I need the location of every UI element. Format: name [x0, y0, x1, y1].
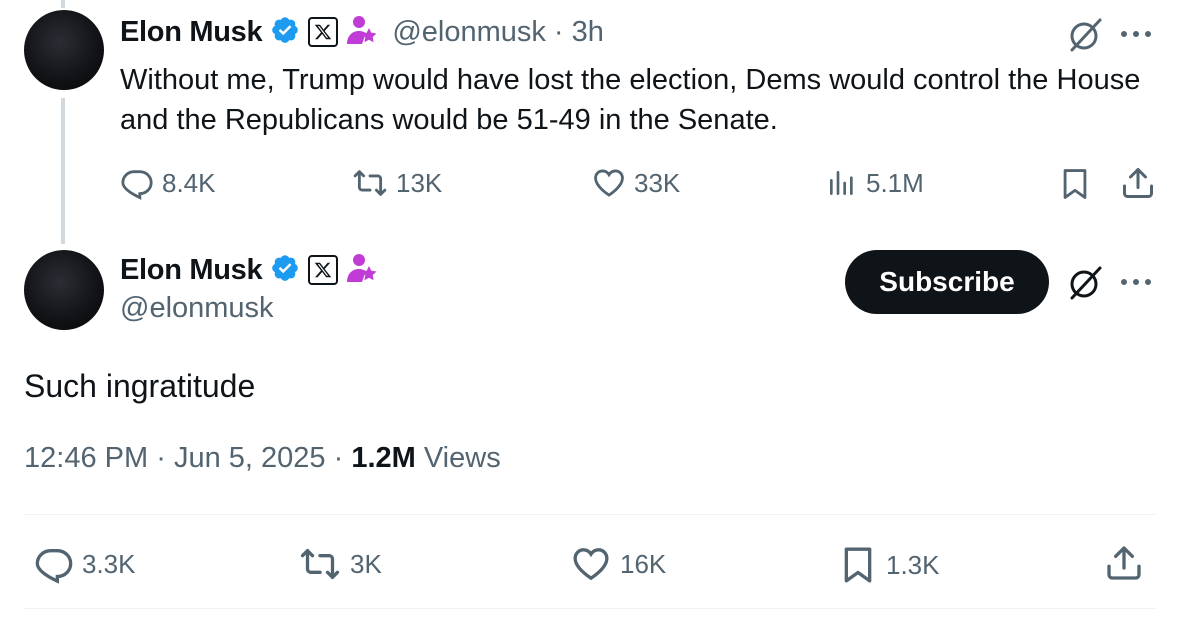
separator: ·: [156, 442, 166, 474]
bookmark-count: 1.3K: [886, 549, 940, 580]
like-icon: [592, 166, 626, 200]
more-icon[interactable]: [1118, 270, 1154, 299]
affiliate-person-icon[interactable]: [346, 14, 378, 51]
thread-line-top: [61, 0, 65, 8]
reply-icon: [34, 544, 74, 584]
thread-line: [61, 98, 65, 244]
main-header: Elon Musk: [120, 252, 378, 288]
reply-button[interactable]: 8.4K: [120, 166, 216, 200]
divider: [24, 608, 1156, 609]
reply-button[interactable]: 3.3K: [34, 544, 136, 584]
parent-header: Elon Musk @elonmusk · 3h: [120, 14, 604, 50]
timestamp[interactable]: 3h: [572, 16, 604, 49]
views-button[interactable]: 5.1M: [826, 166, 924, 200]
bookmark-icon[interactable]: [1058, 166, 1092, 207]
grok-icon[interactable]: [1066, 264, 1104, 307]
handle[interactable]: @elonmusk: [392, 16, 546, 49]
repost-icon: [352, 166, 388, 200]
tweet-date[interactable]: Jun 5, 2025: [174, 442, 326, 474]
views-count: 1.2M: [351, 442, 416, 474]
reply-count: 8.4K: [162, 167, 216, 198]
bookmark-icon: [838, 544, 878, 586]
subscribe-button[interactable]: Subscribe: [845, 250, 1049, 314]
x-logo-icon[interactable]: [308, 17, 339, 47]
repost-button[interactable]: 13K: [352, 166, 442, 200]
views-icon: [826, 166, 858, 200]
views-count: 5.1M: [866, 167, 924, 198]
tweet-text: Without me, Trump would have lost the el…: [120, 64, 1141, 136]
reply-count: 3.3K: [82, 548, 136, 579]
repost-button[interactable]: 3K: [298, 544, 382, 584]
handle[interactable]: @elonmusk: [120, 292, 274, 325]
verified-badge-icon[interactable]: [270, 15, 300, 50]
like-count: 33K: [634, 167, 681, 198]
like-button[interactable]: 33K: [592, 166, 680, 200]
repost-count: 13K: [396, 167, 443, 198]
like-count: 16K: [620, 548, 667, 579]
repost-icon: [298, 544, 342, 584]
tweet-text: Such ingratitude: [24, 368, 256, 404]
repost-count: 3K: [350, 548, 382, 579]
tweet-time[interactable]: 12:46 PM: [24, 442, 148, 474]
bookmark-button[interactable]: 1.3K: [838, 544, 940, 586]
author-name[interactable]: Elon Musk: [120, 254, 263, 287]
reply-icon: [120, 166, 154, 200]
share-icon[interactable]: [1120, 164, 1156, 207]
like-icon: [570, 544, 612, 584]
tweet-meta: 12:46 PM · Jun 5, 2025 · 1.2M Views: [24, 442, 501, 475]
separator: ·: [553, 15, 564, 48]
avatar[interactable]: [24, 10, 104, 90]
share-icon[interactable]: [1104, 542, 1144, 589]
divider: [24, 514, 1156, 515]
more-icon[interactable]: [1118, 22, 1154, 51]
author-name[interactable]: Elon Musk: [120, 16, 263, 49]
avatar[interactable]: [24, 250, 104, 330]
grok-icon[interactable]: [1066, 16, 1104, 59]
like-button[interactable]: 16K: [570, 544, 666, 584]
separator: ·: [333, 442, 344, 474]
affiliate-person-icon[interactable]: [346, 252, 378, 289]
views-label: Views: [423, 442, 501, 474]
x-logo-icon[interactable]: [308, 255, 339, 285]
verified-badge-icon[interactable]: [270, 253, 300, 288]
